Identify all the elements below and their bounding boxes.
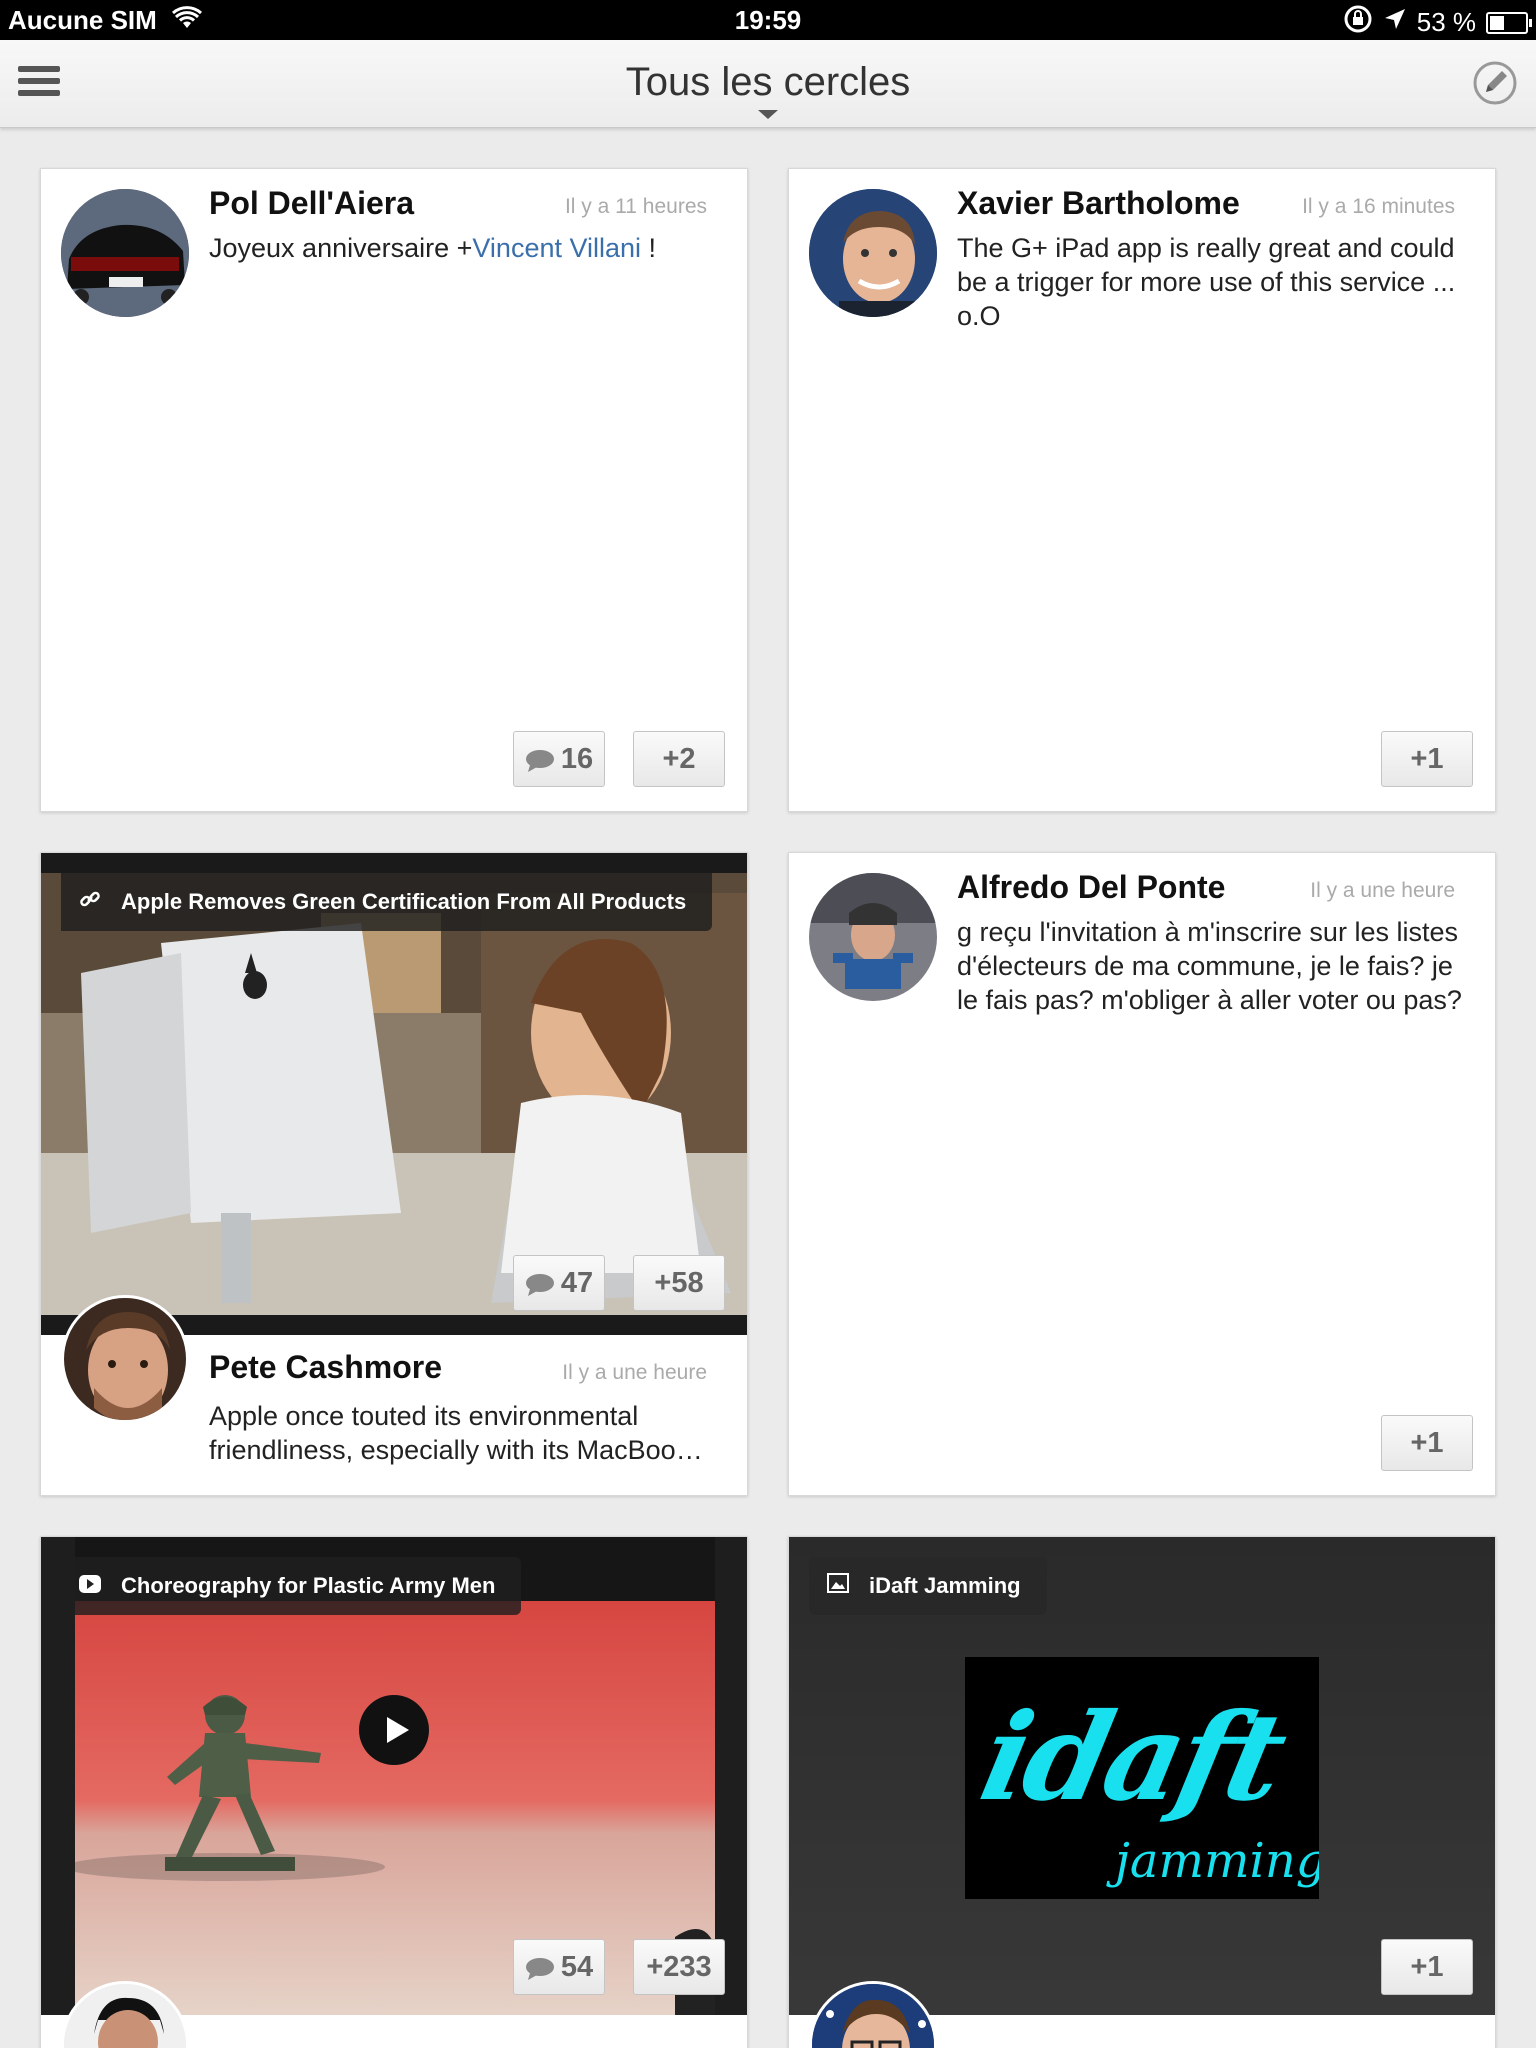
clock: 19:59 <box>734 5 802 35</box>
post-timestamp: Il y a 11 heures <box>564 195 707 218</box>
comment-bubble-icon <box>525 1956 555 1980</box>
plus-one-button[interactable]: +58 <box>633 1255 725 1311</box>
link-preview-image[interactable]: Apple Removes Green Certification From A… <box>41 853 747 1335</box>
post-text: g reçu l'invitation à m'inscrire sur les… <box>957 917 1462 1015</box>
avatar[interactable] <box>809 1981 937 2048</box>
link-title-label[interactable]: Apple Removes Green Certification From A… <box>61 873 713 931</box>
comments-button[interactable]: 16 <box>513 731 605 787</box>
post-text: Joyeux anniversaire +Vincent Villani ! <box>209 231 709 265</box>
post-author[interactable]: Alfredo Del Ponte <box>957 869 1225 906</box>
battery-percent: 53 % <box>1416 7 1476 37</box>
mention-link[interactable]: Vincent Villani <box>472 233 641 263</box>
post-author[interactable]: Pol Dell'Aiera <box>209 185 414 222</box>
avatar[interactable] <box>61 189 189 317</box>
post-text: The G+ iPad app is really great and coul… <box>957 233 1456 331</box>
plus-one-button[interactable]: +1 <box>1381 731 1473 787</box>
avatar[interactable] <box>809 873 937 1001</box>
photo-title: iDaft Jamming <box>869 1573 1021 1598</box>
link-icon <box>79 888 101 916</box>
chevron-down-icon <box>758 110 778 119</box>
plus-one-button[interactable]: +233 <box>633 1939 725 1995</box>
photo-icon <box>827 1573 849 1599</box>
location-icon <box>1383 7 1407 38</box>
comment-count: 54 <box>560 1950 594 1983</box>
play-button-icon[interactable] <box>359 1695 429 1765</box>
video-title: Choreography for Plastic Army Men <box>121 1573 496 1598</box>
plus-one-button[interactable]: +1 <box>1381 1939 1473 1995</box>
comments-button[interactable]: 47 <box>513 1255 605 1311</box>
rotation-lock-icon <box>1343 4 1373 41</box>
post-card[interactable]: Alfredo Del Ponte Il y a une heure g reç… <box>788 852 1496 1496</box>
battery-icon <box>1486 11 1532 34</box>
post-card[interactable]: Choreography for Plastic Army Men 54 +23… <box>40 1536 748 2048</box>
post-author[interactable]: Xavier Bartholome <box>957 185 1240 222</box>
idaft-image[interactable]: idaft jamming <box>965 1657 1319 1899</box>
idaft-subtext: jamming <box>1115 1833 1319 1889</box>
avatar[interactable] <box>809 189 937 317</box>
post-author[interactable]: Pete Cashmore <box>209 1349 442 1386</box>
post-timestamp: Il y a une heure <box>1310 879 1455 902</box>
comment-count: 47 <box>560 1266 594 1299</box>
comment-count: 16 <box>560 742 594 775</box>
video-icon <box>79 1573 101 1599</box>
post-text: Apple once touted its environmental frie… <box>209 1401 703 1465</box>
status-bar: Aucune SIM 19:59 53 % <box>0 0 1536 40</box>
post-card[interactable]: Xavier Bartholome Il y a 16 minutes The … <box>788 168 1496 812</box>
compose-icon[interactable] <box>1472 60 1518 106</box>
avatar[interactable] <box>61 1295 189 1423</box>
app-header: Tous les cercles <box>0 40 1536 128</box>
post-timestamp: Il y a 16 minutes <box>1302 195 1455 218</box>
circle-selector[interactable]: Tous les cercles <box>0 60 1536 105</box>
post-card[interactable]: Apple Removes Green Certification From A… <box>40 852 748 1496</box>
comment-bubble-icon <box>525 748 555 772</box>
comment-bubble-icon <box>525 1272 555 1296</box>
comments-button[interactable]: 54 <box>513 1939 605 1995</box>
link-title: Apple Removes Green Certification From A… <box>121 889 687 914</box>
idaft-logo-text: idaft <box>970 1687 1295 1828</box>
post-text-suffix: ! <box>641 233 657 263</box>
post-card[interactable]: Pol Dell'Aiera Il y a 11 heures Joyeux a… <box>40 168 748 812</box>
post-timestamp: Il y a une heure <box>562 1361 707 1384</box>
post-card[interactable]: iDaft Jamming idaft jamming +1 <box>788 1536 1496 2048</box>
plus-one-button[interactable]: +2 <box>633 731 725 787</box>
photo-title-label[interactable]: iDaft Jamming <box>809 1557 1047 1615</box>
video-title-label[interactable]: Choreography for Plastic Army Men <box>61 1557 522 1615</box>
post-text-prefix: Joyeux anniversaire + <box>209 233 473 263</box>
plus-one-button[interactable]: +1 <box>1381 1415 1473 1471</box>
